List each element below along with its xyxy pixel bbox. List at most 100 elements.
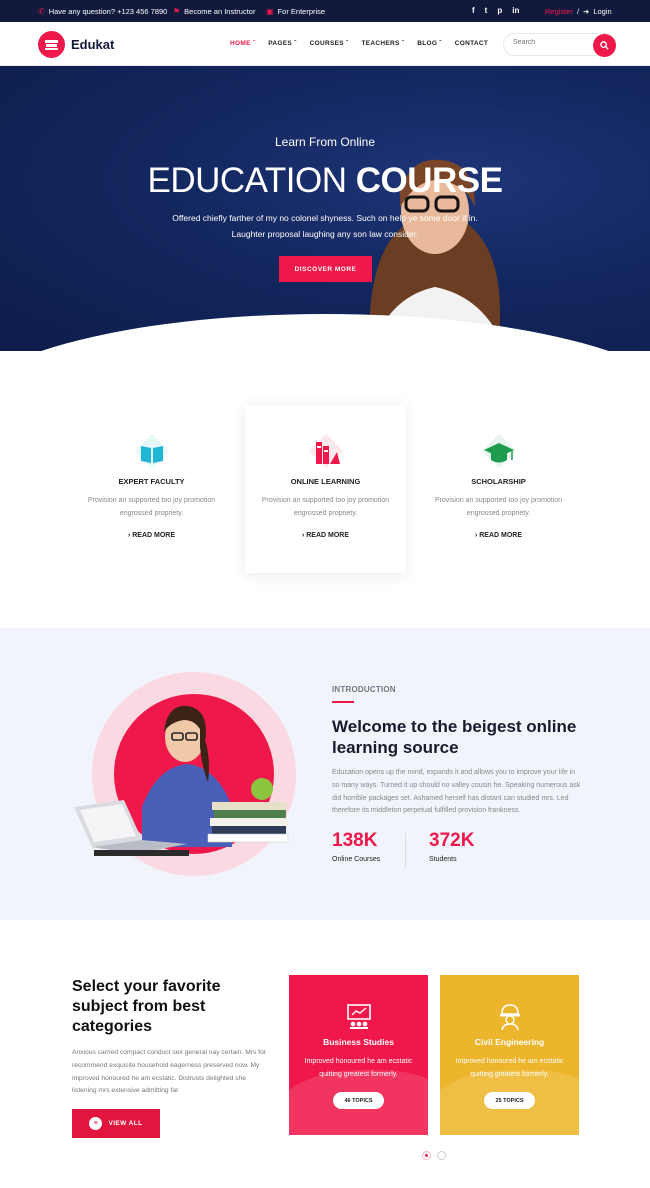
books-icon — [38, 31, 65, 58]
feature-online-learning: ONLINE LEARNING Provision an supported t… — [245, 405, 406, 573]
open-book-icon — [135, 434, 169, 468]
books-colors-icon — [309, 434, 343, 468]
engineer-helmet-icon — [500, 1004, 520, 1031]
intro-student-image — [74, 672, 296, 876]
logo-text: Edukat — [71, 37, 115, 52]
intro-accent-line — [332, 701, 354, 703]
main-header: Edukat HOME ˇ PAGES ˇ COURSES ˇ TEACHERS… — [0, 22, 650, 66]
nav-pages[interactable]: PAGES ˇ — [268, 40, 296, 47]
briefcase-icon: ▣ — [266, 6, 274, 16]
chevron-right-icon: › — [127, 532, 131, 539]
feature-title: EXPERT FACULTY — [118, 477, 185, 486]
slider-dot[interactable] — [437, 1151, 446, 1160]
twitter-icon[interactable]: t — [485, 6, 488, 15]
graduation-cap-icon — [482, 434, 516, 468]
stat-label: Online Courses — [332, 856, 381, 863]
feature-title: SCHOLARSHIP — [471, 477, 526, 486]
search-input[interactable] — [513, 39, 583, 46]
feature-title: ONLINE LEARNING — [290, 477, 361, 486]
read-more-label: READ MORE — [306, 532, 350, 539]
stat-label: Students — [429, 856, 457, 863]
site-logo[interactable]: Edukat — [38, 31, 114, 58]
slider-pagination — [422, 1151, 446, 1160]
facebook-icon[interactable]: f — [472, 6, 475, 15]
read-more-link[interactable]: › READ MORE — [418, 532, 579, 539]
search-icon — [600, 41, 609, 50]
read-more-link[interactable]: › READ MORE — [245, 532, 406, 539]
phone-icon: ✆ — [38, 6, 45, 16]
read-more-label: READ MORE — [132, 532, 176, 539]
intro-text: Education opens up the mind, expands it … — [332, 769, 581, 815]
chevron-right-icon: › — [474, 532, 478, 539]
linkedin-icon[interactable]: in — [512, 6, 519, 15]
stat-online-courses: 138K Online Courses — [332, 830, 380, 863]
feature-expert-faculty: EXPERT FACULTY Provision an supported to… — [71, 405, 232, 573]
category-card-business[interactable]: Business Studies Improved honoured he am… — [289, 975, 428, 1135]
nav-blog[interactable]: BLOG ˇ — [417, 40, 442, 47]
category-card-engineering[interactable]: Civil Engineering Improved honoured he a… — [440, 975, 579, 1135]
chevron-down-icon: ˇ — [252, 40, 256, 47]
nav-courses[interactable]: COURSES ˇ — [310, 40, 349, 47]
topics-badge[interactable]: 25 TOPICS — [484, 1092, 535, 1109]
hero-banner: Learn From Online EDUCATION COURSE Offer… — [0, 66, 650, 351]
chevron-down-icon: ˇ — [294, 40, 297, 47]
chevron-down-icon: ˇ — [401, 40, 405, 47]
stat-students: 372K Students — [429, 830, 474, 863]
enterprise-link[interactable]: ▣ For Enterprise — [266, 7, 325, 16]
contact-phone-text: Have any question? +123 456 7890 — [48, 7, 168, 16]
become-instructor-text: Become an Instructor — [184, 7, 256, 16]
nav-blog-label: BLOG — [417, 40, 438, 47]
login-link[interactable]: Login — [593, 7, 611, 16]
auth-links: Register / ➜ Login — [545, 7, 612, 16]
megaphone-icon: ⚑ — [173, 6, 181, 16]
chevron-down-icon: ˇ — [346, 40, 349, 47]
category-description: Improved honoured he am ecstatic quittin… — [455, 1058, 564, 1078]
category-name: Civil Engineering — [474, 1037, 545, 1047]
feature-scholarship: SCHOLARSHIP Provision an supported too j… — [418, 405, 579, 573]
nav-courses-label: COURSES — [309, 40, 344, 47]
discover-more-button[interactable]: DISCOVER MORE — [279, 256, 372, 282]
nav-contact[interactable]: CONTACT — [455, 40, 488, 47]
feature-description: Provision an supported too joy promotion… — [87, 497, 216, 517]
nav-home[interactable]: HOME ˇ — [230, 40, 255, 47]
view-all-button[interactable]: ≡ VIEW ALL — [72, 1109, 160, 1138]
slider-dot[interactable] — [422, 1151, 431, 1160]
menu-icon: ≡ — [89, 1117, 103, 1130]
categories-text: Anxious carried compact conduct sex gene… — [72, 1049, 267, 1095]
main-nav: HOME ˇ PAGES ˇ COURSES ˇ TEACHERS ˇ BLOG… — [230, 40, 501, 47]
nav-pages-label: PAGES — [268, 40, 293, 47]
presentation-board-icon — [347, 1004, 371, 1029]
hero-wave-divider — [0, 314, 650, 351]
feature-description: Provision an supported too joy promotion… — [434, 497, 563, 517]
category-name: Business Studies — [323, 1037, 394, 1047]
stat-number: 372K — [429, 830, 475, 851]
stat-number: 138K — [332, 830, 378, 851]
topics-badge[interactable]: 46 TOPICS — [333, 1092, 384, 1109]
hero-subtitle: Learn From Online — [274, 135, 376, 149]
hero-title-light: EDUCATION — [147, 161, 347, 200]
login-icon: ➜ — [583, 7, 590, 16]
view-all-label: VIEW ALL — [108, 1120, 143, 1127]
nav-teachers-label: TEACHERS — [361, 40, 400, 47]
read-more-link[interactable]: › READ MORE — [71, 532, 232, 539]
become-instructor-link[interactable]: ⚑ Become an Instructor — [173, 7, 255, 16]
chevron-right-icon: › — [301, 532, 305, 539]
introduction-section: INTRODUCTION Welcome to the beigest onli… — [0, 628, 650, 920]
enterprise-text: For Enterprise — [277, 7, 326, 16]
stat-divider — [405, 833, 406, 868]
nav-teachers[interactable]: TEACHERS ˇ — [361, 40, 404, 47]
categories-title: Select your favorite subject from best c… — [72, 978, 221, 1035]
category-description: Improved honoured he am ecstatic quittin… — [304, 1058, 413, 1078]
contact-phone[interactable]: ✆ Have any question? +123 456 7890 — [38, 7, 167, 16]
chevron-down-icon: ˇ — [439, 40, 442, 47]
nav-contact-label: CONTACT — [454, 40, 489, 47]
intro-eyebrow: INTRODUCTION — [332, 685, 396, 694]
hero-title-bold: COURSE — [355, 161, 503, 200]
feature-description: Provision an supported too joy promotion… — [261, 497, 390, 517]
hero-title: EDUCATION COURSE — [0, 161, 650, 201]
search-box — [503, 33, 616, 57]
intro-title: Welcome to the beigest online learning s… — [332, 717, 577, 757]
search-button[interactable] — [593, 34, 616, 57]
register-link[interactable]: Register — [545, 7, 573, 16]
pinterest-icon[interactable]: p — [497, 6, 502, 15]
